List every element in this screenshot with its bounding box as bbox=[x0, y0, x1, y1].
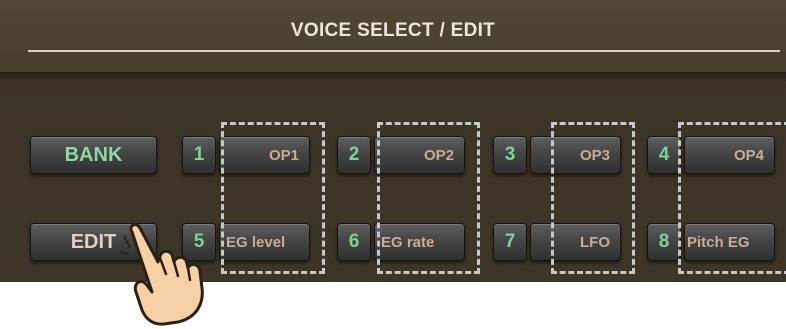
slot-4-8-dashed-outline bbox=[678, 122, 786, 274]
slot-number: 1 bbox=[193, 144, 205, 165]
bank-button[interactable]: BANK bbox=[30, 136, 157, 174]
pointing-hand-icon bbox=[119, 223, 204, 326]
slot-number: 6 bbox=[348, 231, 360, 252]
slot-2-number-button[interactable]: 2 bbox=[337, 136, 371, 174]
slot-3-7-dashed-outline bbox=[551, 122, 635, 274]
slot-number: 2 bbox=[348, 144, 360, 165]
slot-6-number-button[interactable]: 6 bbox=[337, 223, 371, 261]
slot-8-number-button[interactable]: 8 bbox=[647, 223, 681, 261]
slot-3-number-button[interactable]: 3 bbox=[493, 136, 527, 174]
panel-title: VOICE SELECT / EDIT bbox=[290, 20, 496, 41]
slot-1-5-dashed-outline bbox=[221, 122, 325, 274]
slot-1-number-button[interactable]: 1 bbox=[182, 136, 216, 174]
slot-7-number-button[interactable]: 7 bbox=[493, 223, 527, 261]
header-divider bbox=[28, 50, 780, 52]
header-shadow bbox=[0, 72, 786, 82]
bank-button-label: BANK bbox=[64, 143, 123, 166]
edit-button-label: EDIT bbox=[70, 230, 117, 253]
slot-number: 3 bbox=[504, 144, 516, 165]
panel-header: VOICE SELECT / EDIT bbox=[0, 0, 786, 72]
slot-4-number-button[interactable]: 4 bbox=[647, 136, 681, 174]
slot-number: 7 bbox=[504, 231, 516, 252]
slot-2-6-dashed-outline bbox=[377, 122, 480, 274]
slot-number: 8 bbox=[658, 231, 670, 252]
slot-number: 4 bbox=[658, 144, 670, 165]
